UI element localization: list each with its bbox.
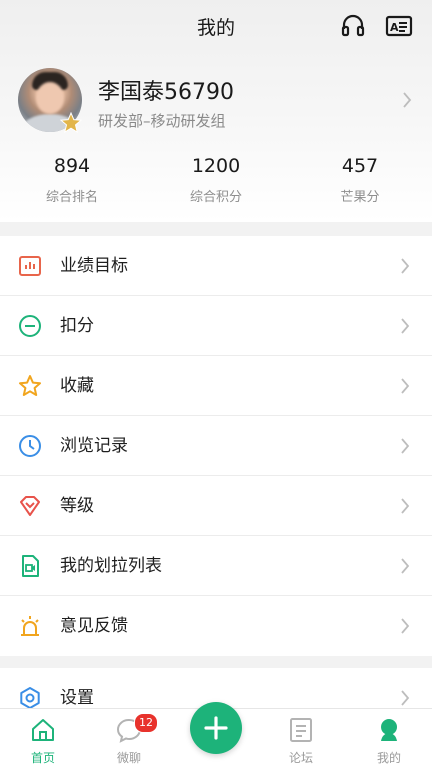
diamond-heart-icon — [18, 494, 42, 518]
video-file-icon — [18, 554, 42, 578]
page-title: 我的 — [196, 17, 235, 39]
menu-item-label: 意见反馈 — [60, 616, 128, 636]
chevron-right-icon — [400, 317, 410, 339]
menu-item-browsing-history[interactable]: 浏览记录 — [0, 416, 432, 476]
stat-mango-score[interactable]: 457 芒果分 — [288, 154, 432, 205]
tab-label: 首页 — [30, 751, 55, 765]
tab-chat[interactable]: 12 微聊 — [86, 709, 172, 769]
menu-item-label: 设置 — [60, 688, 94, 708]
user-department: 研发部–移动研发组 — [98, 112, 226, 130]
menu-item-label: 浏览记录 — [60, 436, 128, 456]
chevron-right-icon — [400, 257, 410, 279]
stat-points[interactable]: 1200 综合积分 — [144, 154, 288, 205]
tab-forum[interactable]: 论坛 — [258, 709, 344, 769]
star-badge-icon — [59, 111, 83, 134]
star-icon — [18, 374, 42, 398]
tab-mine[interactable]: 我的 — [346, 709, 432, 769]
chevron-right-icon — [400, 437, 410, 459]
contact-card-icon[interactable]: A — [385, 12, 413, 40]
menu-item-performance-goal[interactable]: 业绩目标 — [0, 236, 432, 296]
chevron-right-icon — [400, 497, 410, 519]
stat-label: 综合排名 — [45, 190, 98, 205]
chevron-right-icon — [400, 557, 410, 579]
menu-item-label: 我的划拉列表 — [60, 556, 162, 576]
stat-label: 综合积分 — [189, 190, 242, 205]
profile-card[interactable]: 李国泰56790 研发部–移动研发组 — [0, 62, 432, 142]
stat-ranking[interactable]: 894 综合排名 — [0, 154, 144, 205]
chevron-right-icon — [400, 377, 410, 399]
nav-bar: 我的 A — [0, 0, 432, 52]
stat-value: 1200 — [191, 155, 241, 177]
menu-item-feedback[interactable]: 意见反馈 — [0, 596, 432, 656]
clock-icon — [18, 434, 42, 458]
tab-home[interactable]: 首页 — [0, 709, 86, 769]
menu-item-deduction[interactable]: 扣分 — [0, 296, 432, 356]
menu-item-label: 业绩目标 — [60, 256, 128, 276]
menu-item-label: 扣分 — [60, 316, 94, 336]
alarm-light-icon — [18, 614, 42, 638]
stat-label: 芒果分 — [340, 190, 380, 205]
unread-badge: 12 — [134, 713, 158, 733]
chevron-right-icon — [400, 617, 410, 639]
user-name: 李国泰56790 — [98, 80, 234, 105]
plus-icon — [204, 716, 228, 740]
menu-item-label: 收藏 — [60, 376, 94, 396]
minus-circle-icon — [18, 314, 42, 338]
stat-value: 894 — [53, 155, 91, 177]
chevron-right-icon — [402, 91, 412, 113]
menu-item-favorites[interactable]: 收藏 — [0, 356, 432, 416]
tab-label: 我的 — [376, 751, 401, 765]
home-icon — [30, 717, 56, 743]
menu-list: 业绩目标 扣分 收藏 浏览记录 等级 我的划拉列表 意见反馈 — [0, 236, 432, 656]
bar-chart-icon — [18, 254, 42, 278]
headphones-icon[interactable] — [339, 12, 367, 40]
person-icon — [376, 717, 402, 743]
menu-item-level[interactable]: 等级 — [0, 476, 432, 536]
menu-item-swipe-list[interactable]: 我的划拉列表 — [0, 536, 432, 596]
tab-label: 微聊 — [116, 751, 141, 765]
stat-value: 457 — [341, 155, 379, 177]
document-icon — [288, 717, 314, 743]
menu-item-label: 等级 — [60, 496, 94, 516]
gear-icon — [18, 686, 42, 710]
svg-text:A: A — [390, 21, 399, 34]
tab-label: 论坛 — [288, 751, 313, 765]
add-button[interactable] — [190, 702, 242, 754]
